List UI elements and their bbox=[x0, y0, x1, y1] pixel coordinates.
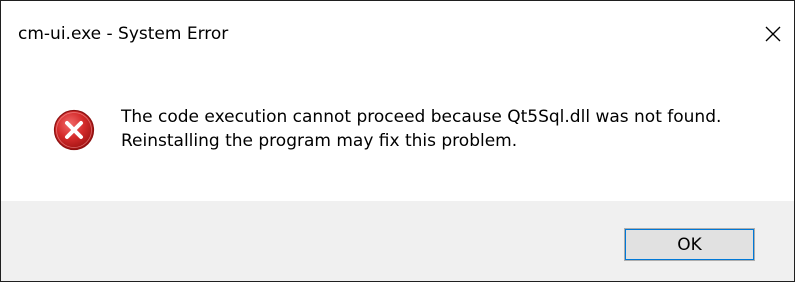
system-error-dialog: cm-ui.exe - System Error The code execut… bbox=[0, 0, 795, 282]
ok-button[interactable]: OK bbox=[624, 228, 755, 261]
title-bar[interactable]: cm-ui.exe - System Error bbox=[1, 1, 794, 61]
error-icon bbox=[53, 109, 95, 151]
error-message: The code execution cannot proceed becaus… bbox=[121, 105, 721, 153]
button-bar: OK bbox=[1, 201, 794, 281]
error-message-line-2: Reinstalling the program may fix this pr… bbox=[121, 131, 518, 151]
close-button[interactable] bbox=[753, 15, 793, 53]
error-message-line-1: The code execution cannot proceed becaus… bbox=[121, 107, 722, 127]
dialog-content: The code execution cannot proceed becaus… bbox=[1, 61, 794, 201]
window-title: cm-ui.exe - System Error bbox=[18, 24, 229, 44]
close-icon bbox=[765, 26, 781, 42]
